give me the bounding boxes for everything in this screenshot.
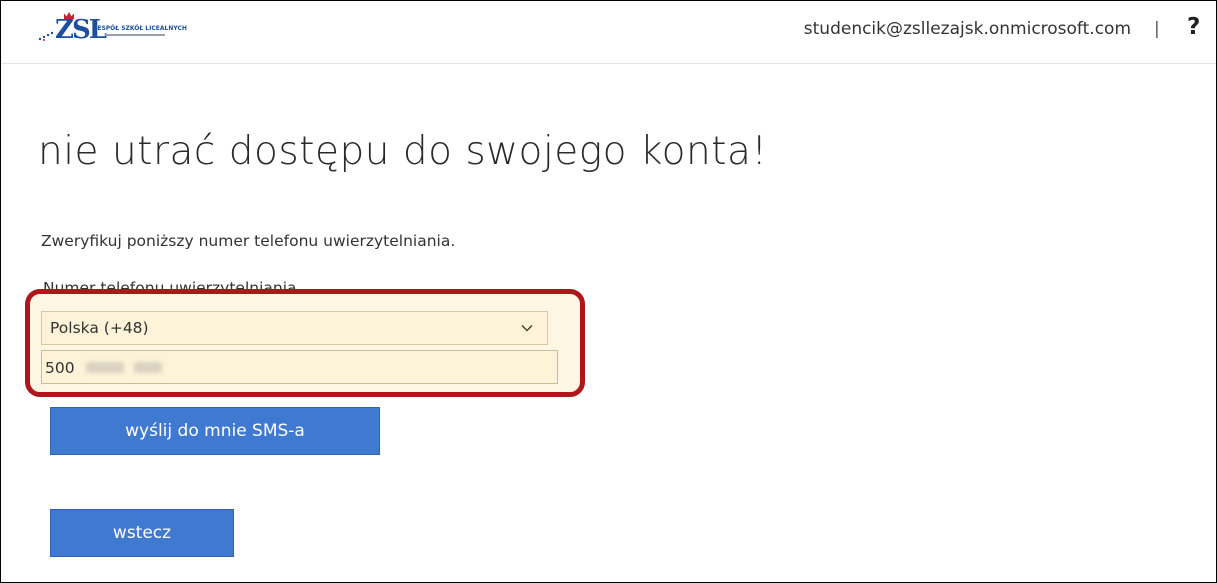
back-button[interactable]: wstecz [50, 509, 234, 557]
send-sms-button[interactable]: wyślij do mnie SMS-a [50, 407, 380, 455]
school-logo: ZSL ZESPÓŁ SZKÓŁ LICEALNYCH [38, 12, 238, 44]
header-bar: ZSL ZESPÓŁ SZKÓŁ LICEALNYCH studencik@zs… [1, 1, 1216, 64]
logo-dots-icon [38, 31, 54, 41]
logo-title: ZESPÓŁ SZKÓŁ LICEALNYCH [93, 25, 187, 32]
country-code-value: Polska (+48) [50, 319, 149, 337]
chevron-down-icon [521, 324, 533, 332]
logo-subtitle [105, 33, 165, 38]
phone-number-value: 500 [45, 359, 75, 377]
redacted-digits [134, 362, 162, 373]
page-frame: ZSL ZESPÓŁ SZKÓŁ LICEALNYCH studencik@zs… [0, 0, 1217, 583]
page-title: nie utrać dostępu do swojego konta! [38, 129, 768, 174]
country-code-select[interactable]: Polska (+48) [41, 311, 548, 345]
header-separator: | [1154, 19, 1160, 39]
help-icon[interactable]: ? [1187, 14, 1200, 40]
phone-number-input[interactable]: 500 [41, 350, 558, 384]
instruction-text: Zweryfikuj poniższy numer telefonu uwier… [41, 232, 456, 250]
account-email[interactable]: studencik@zsllezajsk.onmicrosoft.com [804, 19, 1131, 39]
redacted-digits [86, 362, 124, 373]
